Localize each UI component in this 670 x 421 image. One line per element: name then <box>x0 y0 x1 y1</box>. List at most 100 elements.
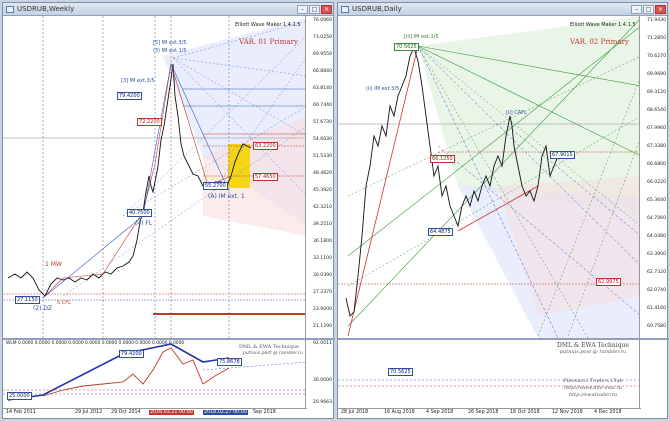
maximize-button[interactable]: □ <box>309 4 320 14</box>
osc-tick: 20.9663 <box>313 400 332 405</box>
osc-tick: 30.0000 <box>313 378 332 383</box>
credit-site2: http://ewatrader.ru <box>568 392 618 398</box>
osc-box-25: 25.0000 <box>7 392 32 400</box>
price-tick: 69.9690 <box>647 72 666 77</box>
wave-label-3: [3] IM ext.3/5 <box>121 78 155 84</box>
daily-time-axis[interactable]: 28 Jul 2018 16 Aug 2018 4 Sep 2018 26 Se… <box>338 408 641 416</box>
price-box-63: 63.2200 <box>253 142 278 150</box>
price-box-27: 27.1150 <box>15 296 40 304</box>
maximize-button[interactable]: □ <box>643 4 654 14</box>
price-tick: 39.2510 <box>313 222 332 227</box>
price-tick: 62.0740 <box>647 288 666 293</box>
time-tick: 18 Oct 2018 <box>510 410 540 415</box>
wave-label-5: [5] IM ext.3/5 <box>153 40 187 46</box>
price-tick: 67.9960 <box>647 126 666 131</box>
price-tick: 62.7320 <box>647 270 666 275</box>
oscillator-title: WLM 0.0000 0.0000 0.0000 0.0000 0.0000 0… <box>6 341 185 346</box>
price-tick: 36.1800 <box>313 239 332 244</box>
close-button[interactable]: × <box>321 4 332 14</box>
price-tick: 71.2850 <box>647 36 666 41</box>
wave-label-mw: 1 MW <box>45 261 62 268</box>
weekly-price-chart[interactable]: Elliott Wave Maker 1.4.1.5 VAR. 01 Prima… <box>3 16 333 338</box>
variant-label: VAR. 02 Primary <box>570 38 629 46</box>
time-tick: Sep 2018 <box>253 410 276 415</box>
price-tick: 23.9000 <box>313 307 332 312</box>
weekly-window-title: USDRUB,Weekly <box>17 5 75 13</box>
price-tick: 67.3380 <box>647 144 666 149</box>
price-tick: 70.6270 <box>647 54 666 59</box>
yellow-highlight-box <box>228 144 250 188</box>
price-box-40: 40.7500 <box>127 209 152 217</box>
minimize-button[interactable]: – <box>631 4 642 14</box>
time-tick-highlight: 2018.02.27 00:00 <box>203 410 248 415</box>
price-tick: 45.3920 <box>313 188 332 193</box>
time-tick: 14 Feb 2011 <box>6 410 36 415</box>
price-tick: 68.6540 <box>647 108 666 113</box>
price-tick: 30.0390 <box>313 273 332 278</box>
price-tick: 64.0480 <box>647 234 666 239</box>
price-box-72: 72.2200 <box>137 118 162 126</box>
price-tick: 69.9550 <box>313 52 332 57</box>
price-tick: 64.7060 <box>647 216 666 221</box>
time-tick: 28 Jul 2018 <box>341 410 369 415</box>
daily-chart-window[interactable]: USDRUB,Daily – □ × Elliott Wave Maker 1.… <box>337 2 669 419</box>
price-tick: 76.0960 <box>313 18 332 23</box>
daily-credits: DML & EWA Technique putnuis.post @ rambl… <box>546 342 640 356</box>
wave-label-a: (A) IM ext. 1 <box>208 193 245 200</box>
chart-window-icon <box>341 5 349 13</box>
daily-window-title: USDRUB,Daily <box>352 5 402 13</box>
ewm-indicator-label: Elliott Wave Maker 1.4.1.5 <box>570 22 636 28</box>
minimize-button[interactable]: – <box>297 4 308 14</box>
weekly-time-axis[interactable]: 14 Feb 2011 29 Jul 2012 29 Oct 2014 2016… <box>3 408 307 416</box>
ewm-indicator-label: Elliott Wave Maker 1.4.1.5 <box>235 22 301 28</box>
chart-window-icon <box>6 5 14 13</box>
wave-label-dz: (2) DZ <box>33 305 53 312</box>
time-tick: 12 Nov 2018 <box>552 410 583 415</box>
daily-sub-box: 70.5625 <box>388 368 413 376</box>
osc-dml-label: DML & EWA Technique <box>239 344 299 350</box>
price-tick: 48.4620 <box>313 171 332 176</box>
close-button[interactable]: × <box>655 4 666 14</box>
daily-price-svg <box>338 16 642 338</box>
weekly-chart-window[interactable]: USDRUB,Weekly – □ × Elliott Wave Maker 1… <box>2 2 335 419</box>
weekly-oscillator-window[interactable]: WLM 0.0000 0.0000 0.0000 0.0000 0.0000 0… <box>3 340 333 408</box>
price-tick: 60.7440 <box>313 103 332 108</box>
daily-subwindow[interactable]: 70.5625 DML & EWA Technique putnuis.post… <box>338 340 667 408</box>
wave-label-3b: (3) IM ext.1/5 <box>153 48 187 54</box>
daily-titlebar[interactable]: USDRUB,Daily – □ × <box>338 3 667 16</box>
weekly-price-axis[interactable]: 76.0960 73.0250 69.9550 66.8840 63.8140 … <box>305 16 333 338</box>
daily-box-70: 70.5625 <box>394 43 419 51</box>
price-box-57: 57.4650 <box>253 173 278 181</box>
osc-box-79: 79.4200 <box>119 350 144 358</box>
osc-email-label: putnuis.post @ rambler.ru <box>243 351 303 356</box>
wave-label-fl: (4) FL <box>135 220 153 227</box>
credit-dml: DML & EWA Technique <box>557 342 629 349</box>
price-tick: 51.5330 <box>313 154 332 159</box>
price-tick: 73.0250 <box>313 35 332 40</box>
price-tick: 66.8840 <box>313 69 332 74</box>
time-tick: 26 Sep 2018 <box>468 410 499 415</box>
daily-box-64: 64.4875 <box>428 228 453 236</box>
variant-label: VAR. 01 Primary <box>239 38 298 46</box>
price-tick: 54.6030 <box>313 137 332 142</box>
time-tick: 16 Aug 2018 <box>384 410 415 415</box>
daily-sub-axis[interactable] <box>639 340 667 408</box>
wave-label-ii: (ii) IM ext.3/5 <box>366 86 400 92</box>
wave-label-cafl: [ii] CAFL <box>506 110 527 116</box>
weekly-titlebar[interactable]: USDRUB,Weekly – □ × <box>3 3 333 16</box>
price-tick: 57.6730 <box>313 120 332 125</box>
price-tick: 71.9430 <box>647 18 666 23</box>
osc-tick: 92.0011 <box>313 341 332 346</box>
daily-price-axis[interactable]: 71.9430 71.2850 70.6270 69.9690 69.3120 … <box>639 16 667 338</box>
wave-label-cfl: 5 CFL <box>57 300 71 306</box>
wave-label-iii: [iii] IM ext.1/5 <box>404 34 439 40</box>
price-tick: 61.4160 <box>647 306 666 311</box>
daily-price-chart[interactable]: Elliott Wave Maker 1.4.1.5 VAR. 02 Prima… <box>338 16 667 338</box>
price-tick: 42.3210 <box>313 205 332 210</box>
weekly-price-svg <box>3 16 308 338</box>
price-tick: 27.2370 <box>313 290 332 295</box>
price-tick: 65.3640 <box>647 198 666 203</box>
oscillator-axis[interactable]: 92.0011 30.0000 20.9663 <box>305 340 333 408</box>
price-tick: 33.1100 <box>313 256 332 261</box>
osc-box-75: 75.8678 <box>217 358 242 366</box>
